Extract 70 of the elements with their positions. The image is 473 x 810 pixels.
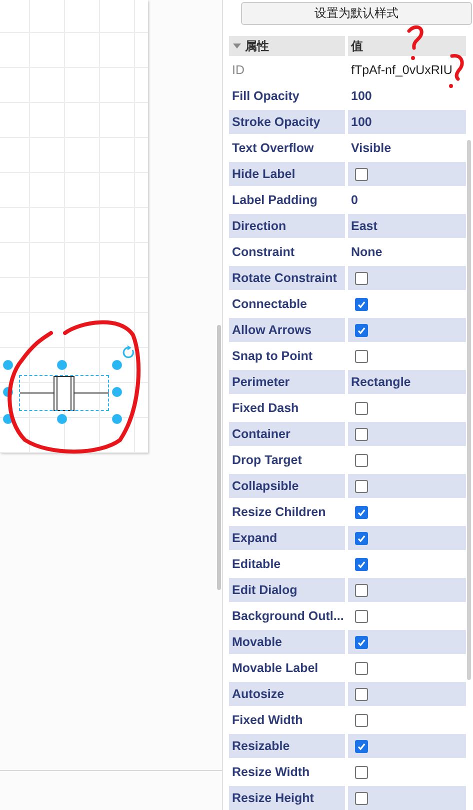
checkbox[interactable] (355, 688, 368, 700)
property-name: Drop Target (232, 453, 302, 467)
checkbox[interactable] (355, 454, 368, 466)
property-name: Connectable (232, 297, 308, 311)
property-name: Text Overflow (232, 141, 314, 155)
rotate-handle-icon[interactable] (122, 345, 135, 359)
resize-handle[interactable] (3, 387, 13, 397)
checkbox[interactable] (355, 766, 368, 778)
checkbox[interactable] (355, 636, 368, 648)
property-value[interactable]: 100 (351, 89, 372, 103)
checkbox[interactable] (355, 324, 368, 336)
property-name: Resizable (232, 739, 290, 753)
property-name: Movable (232, 635, 282, 649)
property-name: Stroke Opacity (232, 115, 320, 129)
checkbox[interactable] (355, 298, 368, 310)
resize-handle[interactable] (57, 360, 67, 370)
property-name: Editable (232, 557, 281, 571)
resize-handle[interactable] (57, 414, 67, 424)
property-name: Constraint (232, 245, 294, 259)
resize-handle[interactable] (112, 387, 122, 397)
property-value[interactable]: Visible (351, 141, 392, 155)
property-name: Rotate Constraint (232, 271, 337, 285)
column-header: 属性 (245, 38, 269, 54)
property-name: Expand (232, 531, 278, 545)
property-value[interactable]: None (351, 245, 382, 259)
checkbox[interactable] (355, 402, 368, 414)
property-name: Snap to Point (232, 349, 313, 363)
property-name: ID (232, 63, 244, 77)
resize-handle[interactable] (3, 360, 13, 370)
property-name: Resize Height (232, 791, 314, 805)
property-name: Direction (232, 219, 286, 233)
checkbox[interactable] (355, 532, 368, 544)
property-name: Fixed Width (232, 713, 303, 727)
property-name: Collapsible (232, 479, 299, 493)
property-name: Label Padding (232, 193, 318, 207)
column-header: 值 (351, 38, 363, 54)
checkbox[interactable] (355, 506, 368, 518)
checkbox[interactable] (355, 350, 368, 362)
property-name: Resize Width (232, 765, 310, 779)
checkbox[interactable] (355, 584, 368, 596)
property-name: Fill Opacity (232, 89, 300, 103)
checkbox[interactable] (355, 558, 368, 570)
property-name: Autosize (232, 687, 284, 701)
resize-handle[interactable] (3, 414, 13, 424)
property-name: Edit Dialog (232, 583, 298, 597)
resize-handle[interactable] (112, 414, 122, 424)
property-value[interactable]: East (351, 219, 378, 233)
property-value[interactable]: fTpAf-nf_0vUxRIU (351, 63, 452, 77)
property-name: Allow Arrows (232, 323, 312, 337)
checkbox[interactable] (355, 714, 368, 726)
collapse-icon[interactable] (232, 43, 242, 49)
checkbox[interactable] (355, 480, 368, 492)
property-value[interactable]: 0 (351, 193, 358, 207)
checkbox[interactable] (355, 792, 368, 804)
property-name: Hide Label (232, 167, 296, 181)
property-name: Movable Label (232, 661, 318, 675)
checkbox[interactable] (355, 168, 368, 180)
checkbox[interactable] (355, 272, 368, 284)
property-name: Perimeter (232, 375, 290, 389)
checkbox[interactable] (355, 662, 368, 674)
checkbox[interactable] (355, 428, 368, 440)
set-default-style-button[interactable]: 设置为默认样式 (241, 2, 472, 25)
property-name: Background Outl... (232, 609, 344, 623)
property-name: Fixed Dash (232, 401, 299, 415)
resize-handle[interactable] (112, 360, 122, 370)
checkbox[interactable] (355, 610, 368, 622)
checkbox[interactable] (355, 740, 368, 752)
property-name: Resize Children (232, 505, 326, 519)
property-name: Container (232, 427, 290, 441)
property-value[interactable]: 100 (351, 115, 372, 129)
